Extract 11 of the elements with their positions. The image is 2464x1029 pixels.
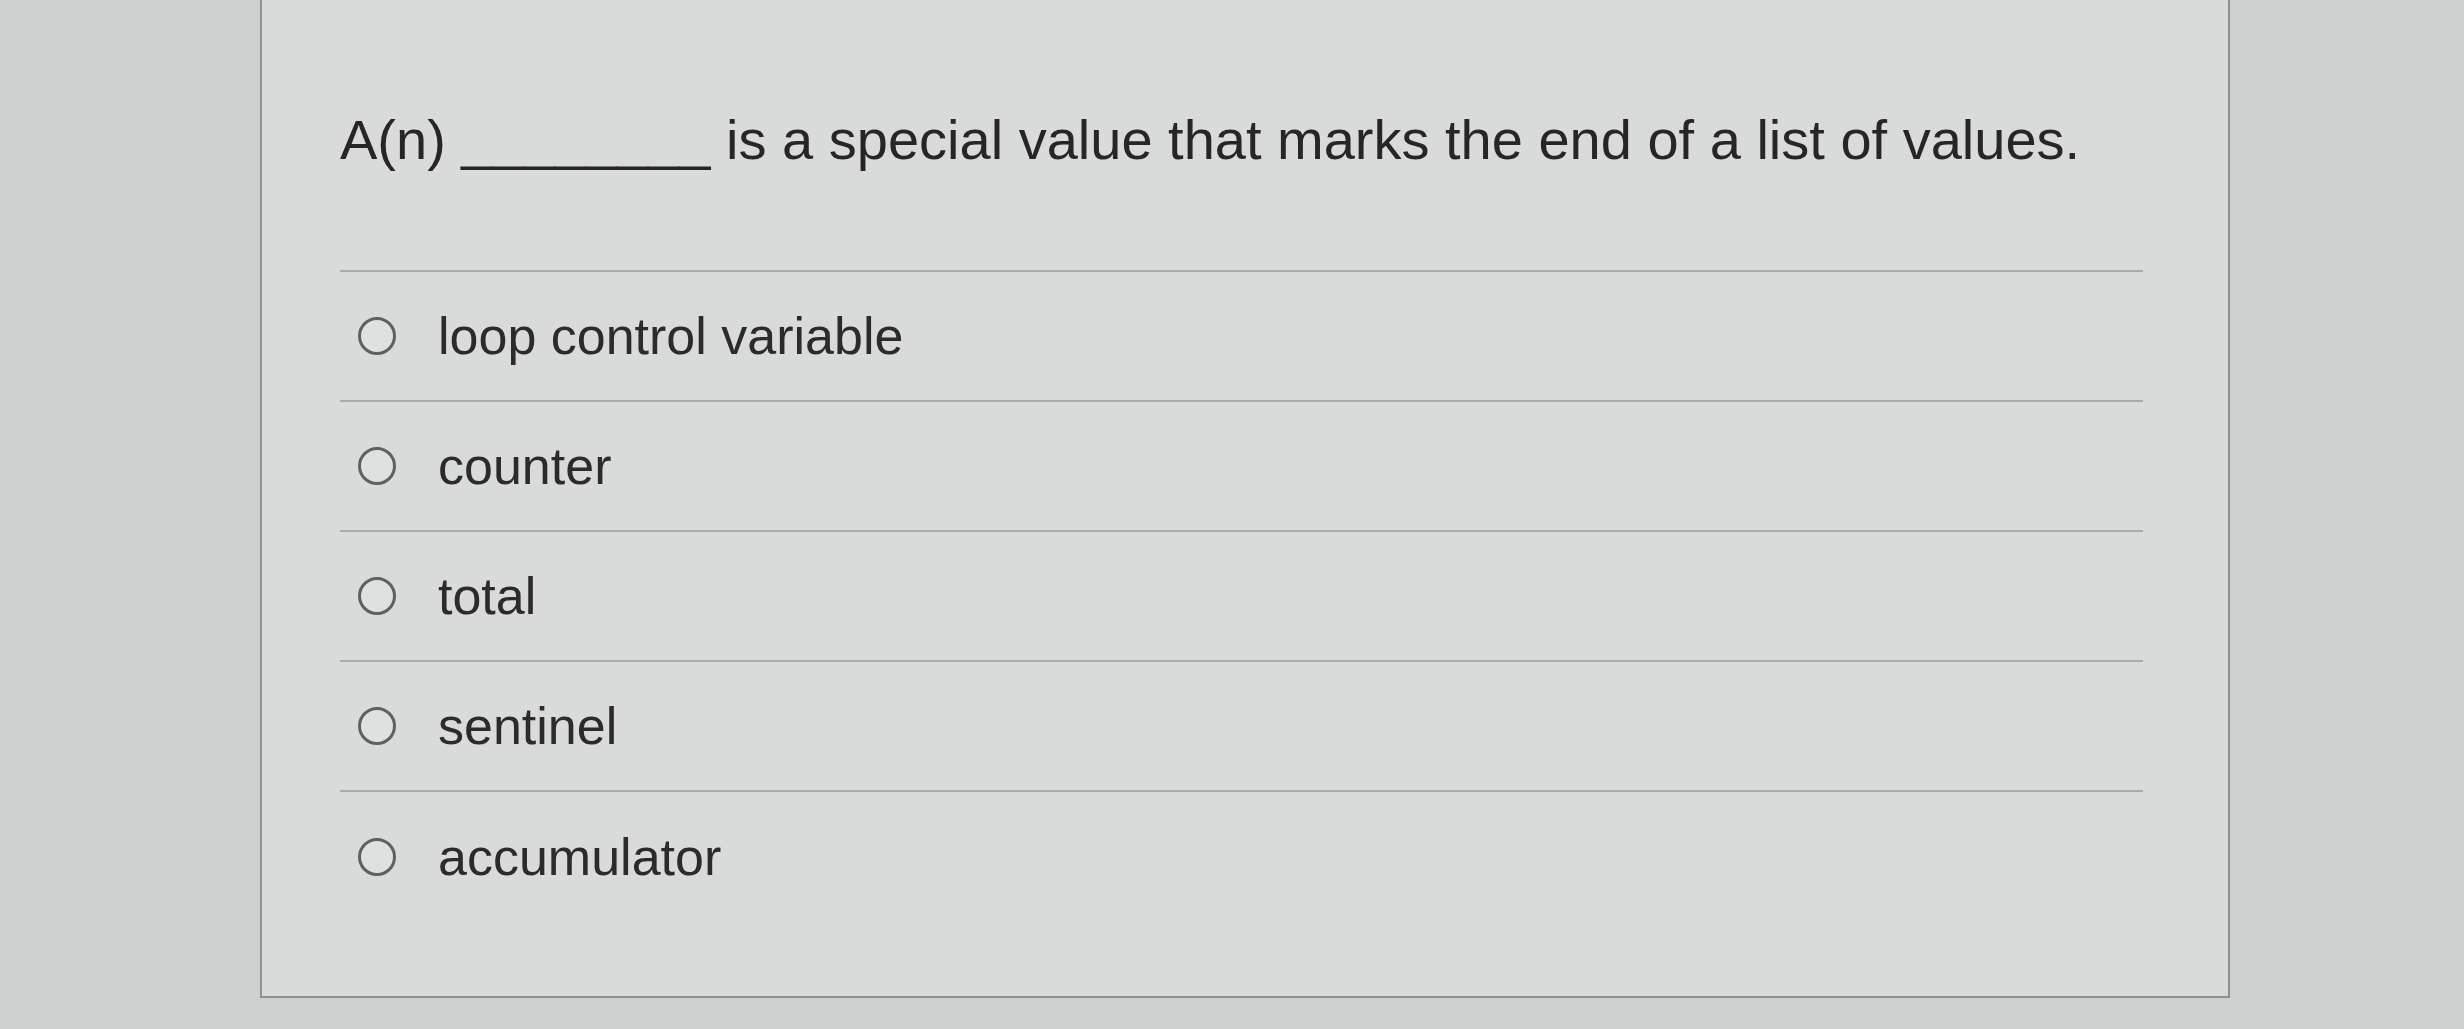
option-label[interactable]: accumulator [438, 826, 722, 888]
option-label[interactable]: sentinel [438, 695, 618, 757]
radio-button[interactable] [358, 317, 396, 355]
option-label[interactable]: total [438, 565, 537, 627]
radio-button[interactable] [358, 577, 396, 615]
radio-button[interactable] [358, 447, 396, 485]
radio-button[interactable] [358, 838, 396, 876]
radio-button[interactable] [358, 707, 396, 745]
option-label[interactable]: counter [438, 435, 612, 497]
option-label[interactable]: loop control variable [438, 305, 904, 367]
question-text: A(n) ________ is a special value that marks the end of a list of values. [340, 107, 2081, 173]
